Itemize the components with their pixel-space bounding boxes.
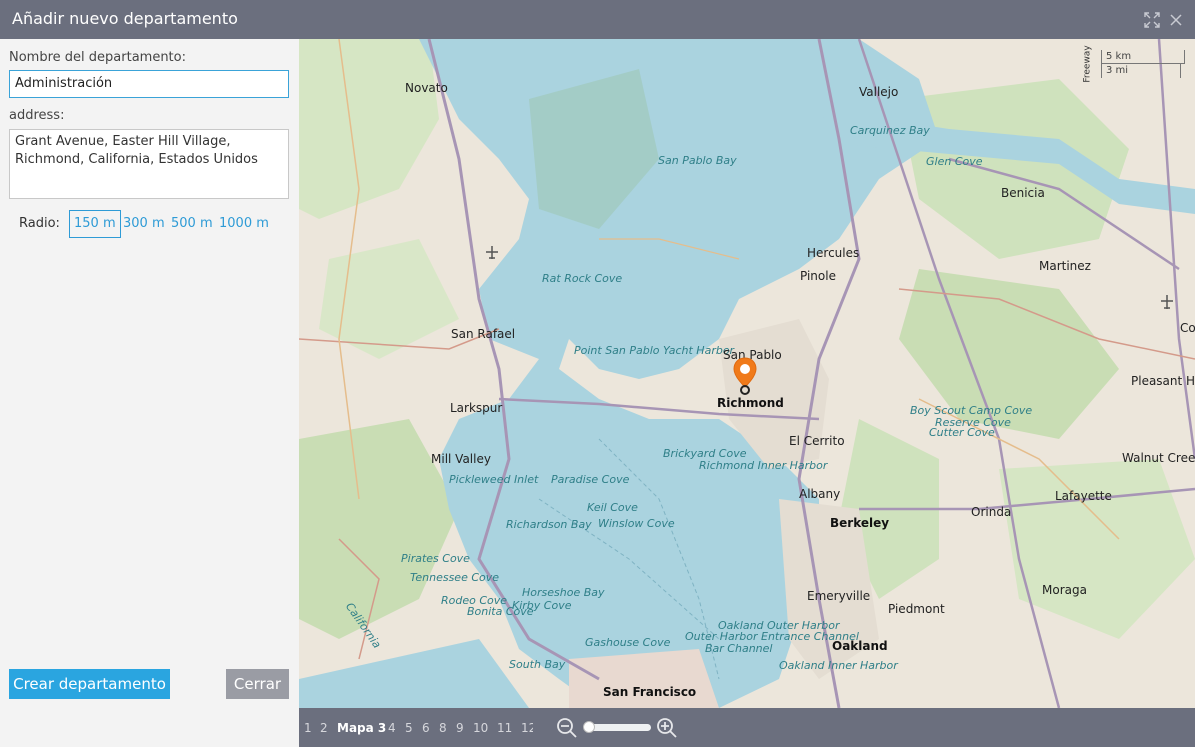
map-label-martinez: Martinez bbox=[1039, 259, 1091, 273]
radius-option-1000[interactable]: 1000 m bbox=[214, 210, 274, 238]
map-tab-6[interactable]: 6 bbox=[422, 721, 430, 735]
map-label-point-san-pablo: Point San Pablo Yacht Harbor bbox=[574, 344, 735, 357]
dialog-title: Añadir nuevo departamento bbox=[12, 9, 238, 28]
scale-km: 5 km bbox=[1101, 50, 1185, 64]
radius-label: Radio: bbox=[19, 216, 60, 231]
department-form: Nombre del departamento: Administración … bbox=[0, 39, 299, 747]
map-label-lafayette: Lafayette bbox=[1055, 489, 1112, 503]
map-tab-1[interactable]: 1 bbox=[304, 721, 312, 735]
map-label-paradise: Paradise Cove bbox=[551, 473, 630, 486]
dialog-titlebar: Añadir nuevo departamento bbox=[0, 0, 1195, 39]
map-label-con: Co bbox=[1180, 321, 1195, 335]
map-label-san-francisco: San Francisco bbox=[603, 685, 697, 699]
map-label-benicia: Benicia bbox=[1001, 186, 1045, 200]
map-label-gashouse: Gashouse Cove bbox=[585, 636, 671, 649]
map-tab-5[interactable]: 5 bbox=[405, 721, 413, 735]
map-label-glen-cove: Glen Cove bbox=[926, 155, 983, 168]
map-tab-2[interactable]: 2 bbox=[320, 721, 328, 735]
close-button[interactable]: Cerrar bbox=[226, 669, 289, 699]
map-label-el-cerrito: El Cerrito bbox=[789, 434, 845, 448]
map-label-larkspur: Larkspur bbox=[450, 401, 503, 415]
map-label-oakland-inner: Oakland Inner Harbor bbox=[779, 659, 898, 672]
map-label-pinole: Pinole bbox=[800, 269, 836, 283]
map-label-piedmont: Piedmont bbox=[888, 602, 945, 616]
map-label-emeryville: Emeryville bbox=[807, 589, 871, 603]
location-marker-icon[interactable] bbox=[733, 357, 757, 397]
map-label-orinda: Orinda bbox=[971, 505, 1012, 519]
map-scale-bar: 5 km 3 mi bbox=[1101, 49, 1187, 81]
zoom-out-icon[interactable] bbox=[555, 716, 579, 740]
map-label-richmond-inner: Richmond Inner Harbor bbox=[699, 459, 828, 472]
map-label-freeway: Freeway bbox=[1082, 45, 1093, 83]
map-label-albany: Albany bbox=[799, 487, 841, 501]
map-label-pickleweed: Pickleweed Inlet bbox=[449, 473, 539, 486]
map-tab-4[interactable]: 4 bbox=[388, 721, 396, 735]
map-label-winslow: Winslow Cove bbox=[598, 517, 675, 530]
map-label-south-bay: South Bay bbox=[509, 658, 566, 671]
map-label-vallejo: Vallejo bbox=[859, 85, 899, 99]
radius-option-300[interactable]: 300 m bbox=[118, 210, 170, 238]
map-label-oakland: Oakland bbox=[832, 639, 888, 653]
map-label-kirby: Kirby Cove bbox=[512, 599, 572, 612]
radius-option-500[interactable]: 500 m bbox=[166, 210, 218, 238]
map-label-hercules: Hercules bbox=[807, 246, 860, 260]
map-tab-8[interactable]: 8 bbox=[439, 721, 447, 735]
map-label-horseshoe: Horseshoe Bay bbox=[522, 586, 605, 599]
map-tab-12[interactable]: 12 bbox=[521, 721, 533, 735]
map-label-pleasant-hill: Pleasant Hill bbox=[1131, 374, 1195, 388]
map-label-san-pablo-bay: San Pablo Bay bbox=[658, 154, 737, 167]
map-label-carquinez: Carquinez Bay bbox=[850, 124, 930, 137]
map-label-richmond: Richmond bbox=[717, 396, 784, 410]
name-label: Nombre del departamento: bbox=[9, 50, 186, 65]
map-label-cutter: Cutter Cove bbox=[929, 426, 995, 439]
close-icon[interactable] bbox=[1167, 11, 1185, 29]
map-label-san-rafael: San Rafael bbox=[451, 327, 516, 341]
map-label-novato: Novato bbox=[405, 81, 448, 95]
map-toolbar: 1 2 Mapa 3 4 5 6 8 9 10 11 12 bbox=[299, 708, 1195, 747]
map-label-bar-channel: Bar Channel bbox=[705, 642, 773, 655]
map-label-berkeley: Berkeley bbox=[830, 516, 890, 530]
map-label-mill-valley: Mill Valley bbox=[431, 452, 491, 466]
map-label-moraga: Moraga bbox=[1042, 583, 1087, 597]
map-tab-10[interactable]: 10 bbox=[473, 721, 488, 735]
zoom-in-icon[interactable] bbox=[655, 716, 679, 740]
map-label-pirates: Pirates Cove bbox=[401, 552, 470, 565]
map-tab-11[interactable]: 11 bbox=[497, 721, 512, 735]
address-input[interactable]: Grant Avenue, Easter Hill Village, Richm… bbox=[9, 129, 289, 199]
map-label-rat-rock: Rat Rock Cove bbox=[542, 272, 623, 285]
map-tab-9[interactable]: 9 bbox=[456, 721, 464, 735]
map-label-richardson: Richardson Bay bbox=[506, 518, 592, 531]
radius-option-150[interactable]: 150 m bbox=[69, 210, 121, 238]
address-label: address: bbox=[9, 108, 65, 123]
create-department-button[interactable]: Crear departamento bbox=[9, 669, 170, 699]
map-label-walnut-creek: Walnut Creek bbox=[1122, 451, 1195, 465]
scale-mi: 3 mi bbox=[1101, 64, 1181, 78]
map-label-keil: Keil Cove bbox=[587, 501, 638, 514]
map-label-tennessee: Tennessee Cove bbox=[410, 571, 500, 584]
map-tab-3[interactable]: Mapa 3 bbox=[337, 721, 386, 735]
map-view[interactable]: Novato Vallejo Carquinez Bay Glen Cove B… bbox=[299, 39, 1195, 708]
zoom-slider-handle[interactable] bbox=[583, 721, 595, 733]
maximize-icon[interactable] bbox=[1143, 11, 1161, 29]
department-name-input[interactable]: Administración bbox=[9, 70, 289, 98]
